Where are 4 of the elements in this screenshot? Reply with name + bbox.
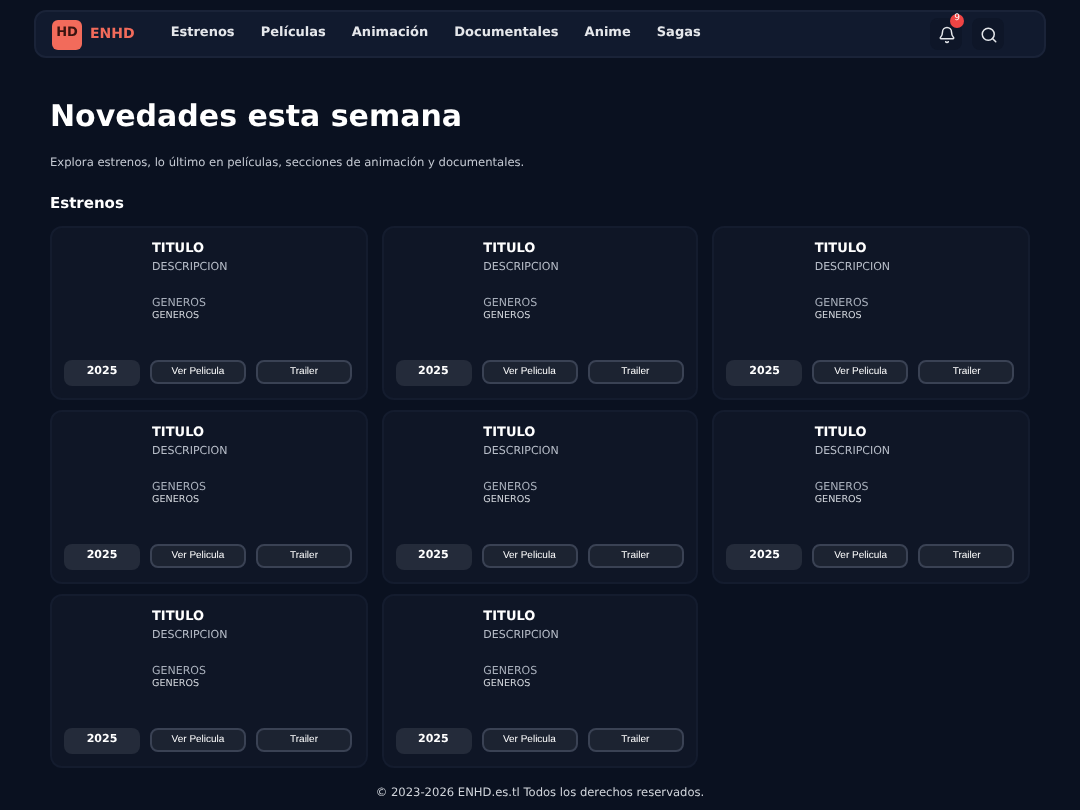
page-title: Novedades esta semana <box>50 96 465 136</box>
search-icon <box>979 25 997 43</box>
bell-icon <box>937 25 955 43</box>
search-button[interactable] <box>972 18 1004 50</box>
